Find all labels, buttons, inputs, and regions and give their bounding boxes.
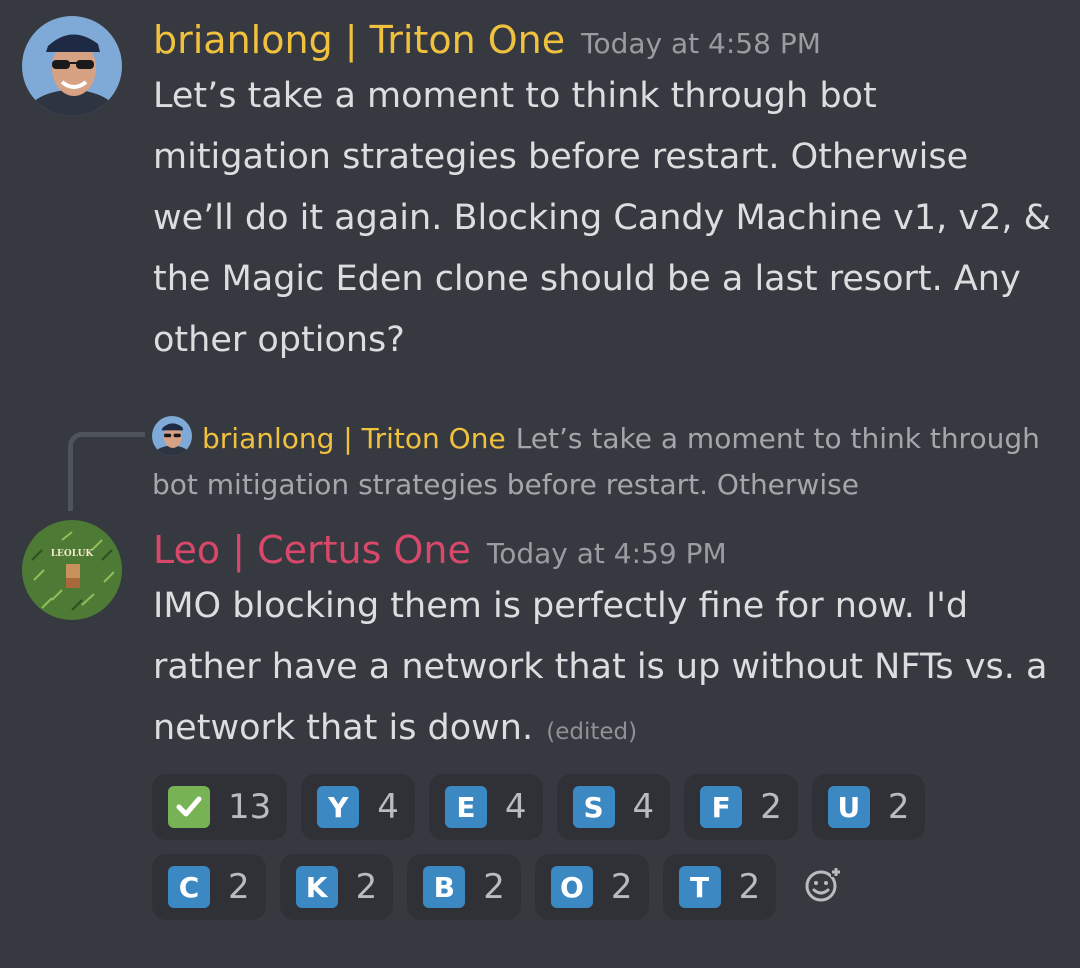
reaction-count: 2: [760, 787, 782, 827]
reply-preview[interactable]: brianlong | Triton One Let’s take a momen…: [152, 416, 1052, 508]
reaction-count: 2: [355, 867, 378, 907]
message-timestamp: Today at 4:58 PM: [581, 27, 821, 60]
avatar-brianlong[interactable]: [22, 16, 122, 116]
regional-indicator-c-icon: C: [168, 866, 210, 908]
avatar-text: LEOLUK: [51, 549, 95, 559]
reaction-e[interactable]: E 4: [428, 774, 543, 840]
reaction-k[interactable]: K 2: [279, 854, 394, 920]
reaction-count: 4: [377, 787, 399, 827]
reply-connector: [68, 432, 145, 511]
reactions-bar: 13 Y 4 E 4 S 4 F 2 U 2 C 2 K 2 B 2 O 2 T…: [152, 774, 972, 920]
message-content: IMO blocking them is perfectly fine for …: [153, 576, 1058, 763]
message-author[interactable]: brianlong | Triton One: [153, 18, 565, 62]
reaction-c[interactable]: C 2: [152, 854, 266, 920]
reaction-count: 4: [632, 787, 655, 827]
message-content: Let’s take a moment to think through bot…: [153, 76, 1051, 360]
regional-indicator-y-icon: Y: [317, 786, 360, 828]
regional-indicator-u-icon: U: [827, 786, 870, 828]
message-timestamp: Today at 4:59 PM: [486, 537, 727, 570]
reaction-count: 2: [483, 867, 505, 907]
reaction-check[interactable]: 13: [152, 774, 288, 840]
reaction-y[interactable]: Y 4: [301, 774, 415, 840]
reply-author[interactable]: brianlong | Triton One: [202, 422, 506, 455]
reaction-count: 2: [738, 867, 761, 907]
regional-indicator-e-icon: E: [444, 786, 487, 828]
reaction-count: 4: [504, 787, 527, 827]
reaction-count: 2: [610, 867, 633, 907]
reply-avatar: [152, 416, 192, 456]
reaction-o[interactable]: O 2: [534, 854, 649, 920]
add-reaction-button[interactable]: [790, 854, 856, 920]
reaction-f[interactable]: F 2: [684, 774, 798, 840]
avatar-leo[interactable]: LEOLUK: [22, 520, 122, 620]
message-2: Leo | Certus One Today at 4:59 PM IMO bl…: [153, 528, 1058, 763]
regional-indicator-t-icon: T: [678, 866, 721, 908]
message-author[interactable]: Leo | Certus One: [153, 528, 471, 572]
reaction-b[interactable]: B 2: [407, 854, 521, 920]
regional-indicator-k-icon: K: [295, 866, 338, 908]
regional-indicator-f-icon: F: [700, 786, 743, 828]
reaction-t[interactable]: T 2: [662, 854, 777, 920]
regional-indicator-o-icon: O: [550, 866, 593, 908]
check-mark-icon: [168, 786, 210, 828]
regional-indicator-s-icon: S: [572, 786, 615, 828]
regional-indicator-b-icon: B: [423, 866, 466, 908]
reaction-s[interactable]: S 4: [556, 774, 671, 840]
message-1: brianlong | Triton One Today at 4:58 PM …: [153, 18, 1058, 371]
reaction-count: 2: [887, 787, 910, 827]
reaction-count: 13: [228, 787, 272, 827]
edited-label: (edited): [546, 719, 638, 745]
add-reaction-icon: [803, 865, 843, 909]
reaction-u[interactable]: U 2: [811, 774, 926, 840]
reaction-count: 2: [228, 867, 250, 907]
